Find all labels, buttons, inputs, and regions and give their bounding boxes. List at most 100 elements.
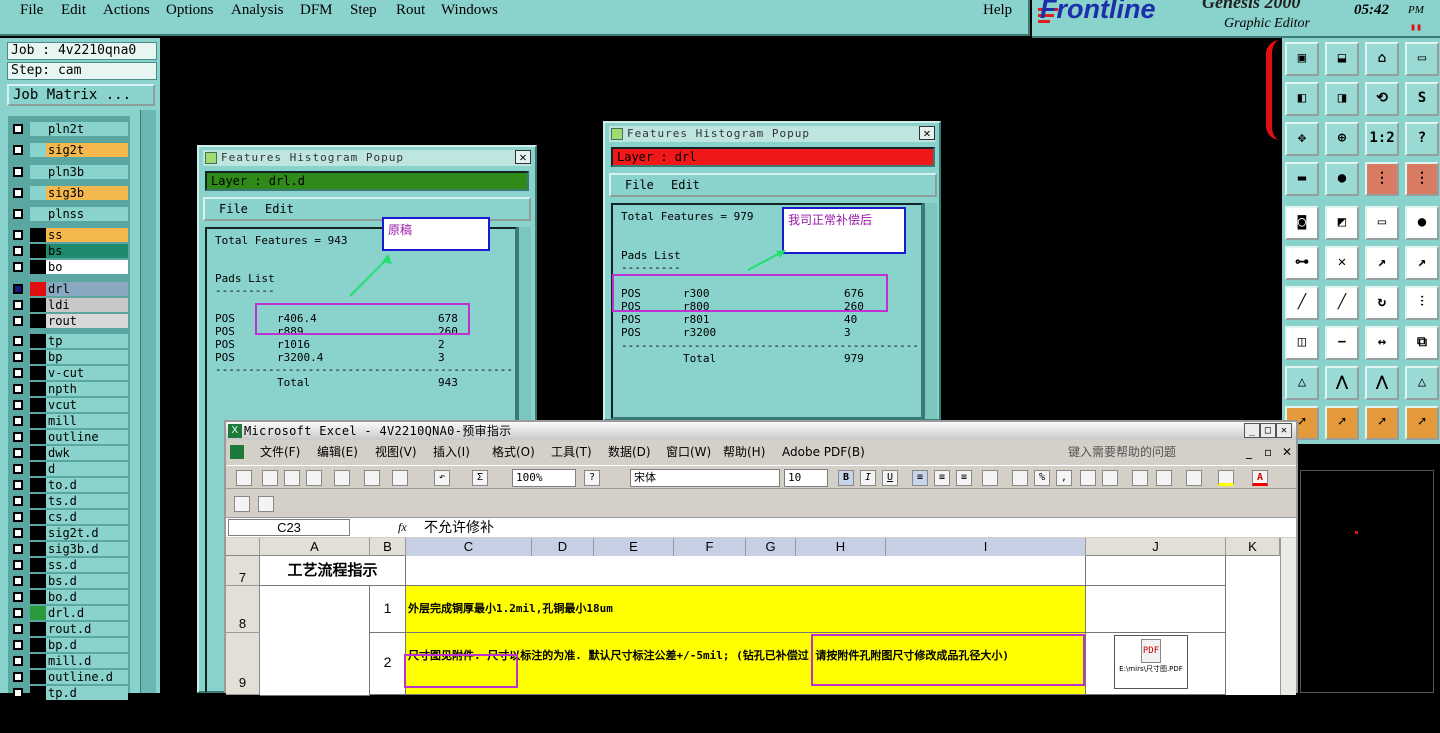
zoom-fit-icon[interactable]: ✥ bbox=[1285, 122, 1319, 156]
layer-checkbox[interactable] bbox=[13, 480, 23, 490]
layer-color-swatch[interactable] bbox=[30, 510, 46, 524]
layer-row-mill-d[interactable]: mill.d bbox=[8, 654, 130, 668]
layer-name[interactable]: bp bbox=[46, 350, 128, 364]
column-header-d[interactable]: D bbox=[532, 538, 594, 556]
doc-close-button[interactable]: ✕ bbox=[1282, 442, 1292, 462]
layer-name[interactable]: vcut bbox=[46, 398, 128, 412]
popup-menu-file[interactable]: File bbox=[219, 199, 248, 219]
fill-color-icon[interactable] bbox=[1218, 470, 1234, 486]
layer-color-swatch[interactable] bbox=[30, 398, 46, 412]
cell-c8[interactable]: 外层完成铜厚最小1.2mil,孔铜最小18um bbox=[406, 586, 1086, 633]
layer-color-swatch[interactable] bbox=[30, 590, 46, 604]
select-all-corner[interactable] bbox=[226, 538, 260, 556]
menu-help[interactable]: Help bbox=[983, 2, 1012, 19]
column-header-k[interactable]: K bbox=[1226, 538, 1280, 556]
layers-b-icon[interactable]: ⋮ bbox=[1405, 162, 1439, 196]
layer-color-swatch[interactable] bbox=[30, 686, 46, 700]
row-header[interactable]: 8 bbox=[226, 586, 260, 633]
increase-indent-icon[interactable] bbox=[1156, 470, 1172, 486]
column-header-a[interactable]: A bbox=[260, 538, 370, 556]
line-dot-icon[interactable]: ↗ bbox=[1405, 246, 1439, 280]
layer-row-cs-d[interactable]: cs.d bbox=[8, 510, 130, 524]
layer-name[interactable]: sig3b.d bbox=[46, 542, 128, 556]
column-header-c[interactable]: C bbox=[406, 538, 532, 556]
layer-name[interactable]: cs.d bbox=[46, 510, 128, 524]
layer-row-ldi[interactable]: ldi bbox=[8, 298, 130, 312]
excel-title-bar[interactable]: X Microsoft Excel - 4V2210QNA0-预审指示 _ □ … bbox=[226, 422, 1296, 440]
select-pad-icon[interactable]: ◙ bbox=[1285, 206, 1319, 240]
layer-name[interactable]: tp.d bbox=[46, 686, 128, 700]
layer-color-swatch[interactable] bbox=[30, 366, 46, 380]
menu-actions[interactable]: Actions bbox=[103, 2, 150, 19]
layer-checkbox[interactable] bbox=[13, 352, 23, 362]
cell-b7-i7[interactable] bbox=[406, 556, 1086, 586]
arrow-c-icon[interactable]: ➚ bbox=[1365, 406, 1399, 440]
cell-b9[interactable]: 2 bbox=[370, 633, 406, 695]
autosum-icon[interactable]: Σ bbox=[472, 470, 488, 486]
layer-checkbox[interactable] bbox=[13, 316, 23, 326]
layer-checkbox[interactable] bbox=[13, 368, 23, 378]
layer-row-vcut[interactable]: vcut bbox=[8, 398, 130, 412]
layer-list-scrollbar[interactable] bbox=[140, 110, 156, 693]
percent-icon[interactable]: % bbox=[1034, 470, 1050, 486]
layer-row-d[interactable]: d bbox=[8, 462, 130, 476]
layer-name[interactable]: sig2t.d bbox=[46, 526, 128, 540]
xmenu-format[interactable]: 格式(O) bbox=[492, 442, 535, 462]
xmenu-window[interactable]: 窗口(W) bbox=[666, 442, 711, 462]
layer-row-pln3b[interactable]: pln3b bbox=[8, 165, 130, 179]
layer-row-sig2t-d[interactable]: sig2t.d bbox=[8, 526, 130, 540]
layer-color-swatch[interactable] bbox=[30, 122, 46, 136]
layer-color-swatch[interactable] bbox=[30, 143, 46, 157]
layer-color-swatch[interactable] bbox=[30, 282, 46, 296]
layer-name[interactable]: d bbox=[46, 462, 128, 476]
layer-checkbox[interactable] bbox=[13, 592, 23, 602]
layer-color-swatch[interactable] bbox=[30, 186, 46, 200]
layer-checkbox[interactable] bbox=[13, 262, 23, 272]
layer-row-to-d[interactable]: to.d bbox=[8, 478, 130, 492]
layer-row-rout-d[interactable]: rout.d bbox=[8, 622, 130, 636]
layer-name[interactable]: npth bbox=[46, 382, 128, 396]
arc-icon[interactable]: ↻ bbox=[1365, 286, 1399, 320]
column-header-f[interactable]: F bbox=[674, 538, 746, 556]
layer-name[interactable]: to.d bbox=[46, 478, 128, 492]
job-matrix-button[interactable]: Job Matrix ... bbox=[7, 84, 155, 106]
layer-row-pln2t[interactable]: pln2t bbox=[8, 122, 130, 136]
layer-color-swatch[interactable] bbox=[30, 670, 46, 684]
layer-checkbox[interactable] bbox=[13, 416, 23, 426]
column-header-h[interactable]: H bbox=[796, 538, 886, 556]
cell-b8[interactable]: 1 bbox=[370, 586, 406, 633]
layer-checkbox[interactable] bbox=[13, 656, 23, 666]
cell-a8[interactable] bbox=[260, 586, 370, 696]
layer-row-sig3b[interactable]: sig3b bbox=[8, 186, 130, 200]
menu-dfm[interactable]: DFM bbox=[300, 2, 333, 19]
layer-color-swatch[interactable] bbox=[30, 574, 46, 588]
menu-rout[interactable]: Rout bbox=[396, 2, 425, 19]
layer-color-swatch[interactable] bbox=[30, 165, 46, 179]
pan-left-icon[interactable]: ◧ bbox=[1285, 82, 1319, 116]
help-question-box[interactable]: 键入需要帮助的问题 bbox=[1068, 442, 1176, 462]
cell-j7[interactable] bbox=[1086, 556, 1226, 586]
layer-checkbox[interactable] bbox=[13, 300, 23, 310]
layer-name[interactable]: mill bbox=[46, 414, 128, 428]
dimension-icon[interactable]: ↔ bbox=[1365, 326, 1399, 360]
align-center-icon[interactable]: ≡ bbox=[934, 470, 950, 486]
menu-options[interactable]: Options bbox=[166, 2, 214, 19]
layer-checkbox[interactable] bbox=[13, 624, 23, 634]
minimize-button[interactable]: _ bbox=[1244, 423, 1260, 438]
help-icon[interactable]: ? bbox=[1405, 122, 1439, 156]
layer-color-swatch[interactable] bbox=[30, 638, 46, 652]
ruler-icon[interactable]: ▬ bbox=[1285, 162, 1319, 196]
layer-checkbox[interactable] bbox=[13, 512, 23, 522]
layer-checkbox[interactable] bbox=[13, 124, 23, 134]
popup-close-button[interactable]: ✕ bbox=[515, 150, 531, 164]
layer-row-bp[interactable]: bp bbox=[8, 350, 130, 364]
layer-name[interactable]: bs.d bbox=[46, 574, 128, 588]
layer-checkbox[interactable] bbox=[13, 246, 23, 256]
paste-icon[interactable] bbox=[392, 470, 408, 486]
align-right-icon[interactable]: ≡ bbox=[956, 470, 972, 486]
layer-row-outline-d[interactable]: outline.d bbox=[8, 670, 130, 684]
layer-color-swatch[interactable] bbox=[30, 414, 46, 428]
layer-name[interactable]: pln3b bbox=[46, 165, 128, 179]
popup-menu-edit[interactable]: Edit bbox=[671, 175, 700, 195]
layer-color-swatch[interactable] bbox=[30, 382, 46, 396]
